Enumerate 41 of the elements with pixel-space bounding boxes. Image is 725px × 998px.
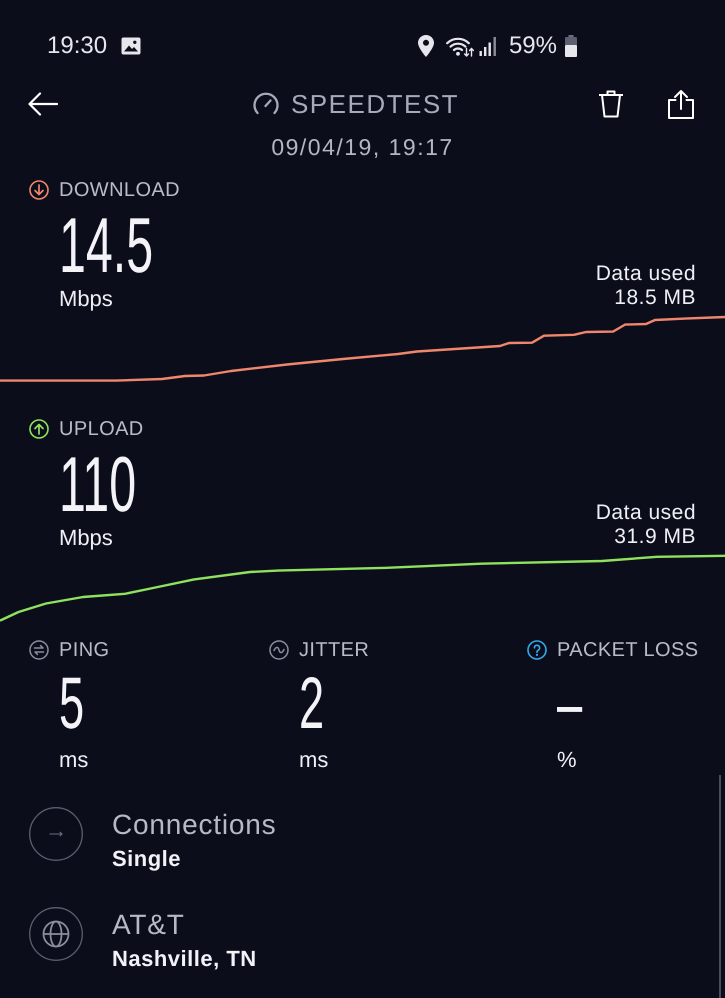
arrows-circle-icon — [29, 640, 49, 660]
status-time: 19:30 — [47, 32, 108, 60]
speed-unit: Mbps — [59, 286, 113, 312]
metric-label: PACKET LOSS — [557, 638, 698, 662]
back-arrow-icon[interactable] — [28, 92, 58, 116]
arrow-circle-icon — [29, 807, 83, 861]
gauge-icon — [252, 92, 280, 116]
metric-label: JITTER — [299, 638, 370, 662]
metric-unit: % — [557, 747, 577, 773]
metric-value: 5 — [59, 667, 84, 740]
speed-unit: Mbps — [59, 525, 113, 551]
detail-value: Nashville, TN — [112, 945, 257, 973]
detail-value: Single — [112, 845, 182, 873]
metric-value: 2 — [299, 667, 324, 740]
battery-percent: 59% — [508, 32, 557, 60]
wave-circle-icon — [269, 640, 289, 660]
data-used-value: 31.9 MB — [614, 525, 696, 549]
detail-title: Connections — [112, 809, 276, 841]
metric-unit: ms — [59, 747, 88, 773]
metric-unit: ms — [299, 747, 328, 773]
data-used-label: Data used — [596, 501, 696, 525]
speed-value: 110 — [59, 445, 136, 523]
metric-value: – — [557, 667, 582, 740]
app-title: SPEEDTEST — [290, 88, 460, 120]
help-icon[interactable] — [527, 640, 547, 660]
section-label: DOWNLOAD — [59, 178, 180, 202]
metric-label: PING — [59, 638, 110, 662]
section-label: UPLOAD — [59, 418, 144, 440]
signal-icon — [478, 36, 497, 56]
globe-icon — [29, 907, 83, 961]
test-date: 09/04/19, 19:17 — [270, 133, 455, 161]
data-used-value: 18.5 MB — [614, 286, 696, 310]
speed-value: 14.5 — [59, 206, 154, 284]
data-used-label: Data used — [596, 262, 696, 286]
location-icon — [418, 35, 434, 57]
wifi-icon — [446, 35, 474, 57]
battery-icon — [565, 35, 577, 57]
image-icon — [121, 36, 142, 56]
trash-icon[interactable] — [597, 90, 625, 118]
detail-title: AT&T — [112, 909, 185, 941]
share-icon[interactable] — [667, 89, 695, 119]
